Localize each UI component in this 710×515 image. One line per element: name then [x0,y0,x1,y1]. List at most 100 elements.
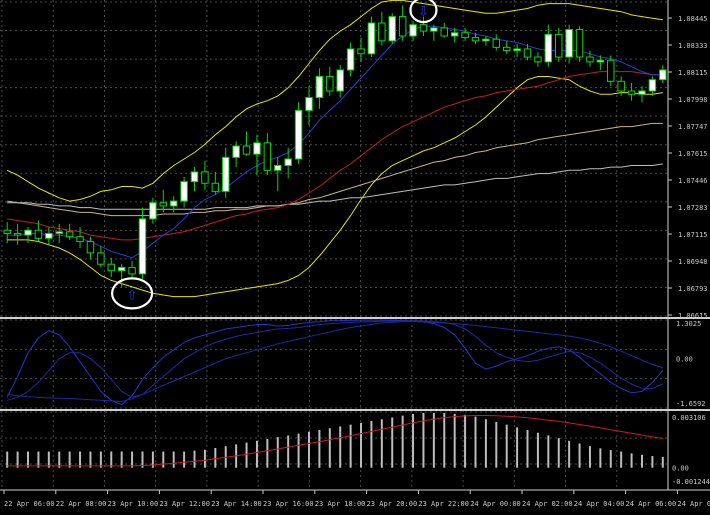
time-axis-label: 24 Apr 08:00 [677,500,710,508]
time-axis-label: 23 Apr 14:00 [211,500,262,508]
candle-body [378,22,386,42]
candle-body [450,32,459,37]
chart-background [0,0,710,511]
candle[interactable] [388,13,396,45]
price-axis-label: 1.07998 [678,96,708,104]
candle-body [149,202,157,220]
candle-body [274,164,282,171]
candle-body [544,33,553,63]
candle[interactable] [607,55,615,87]
price-axis-label: 1.06948 [678,258,708,266]
candle-body [336,69,344,92]
time-axis-label: 24 Apr 04:00 [574,500,625,508]
candle-body [346,48,355,71]
candle-body [575,29,584,58]
candle-body [201,171,209,184]
candle-body [284,158,292,166]
candle-body [471,37,480,42]
candle-body [3,229,11,234]
price-axis-label: 1.08115 [678,69,708,77]
price-axis-label: 1.07283 [678,204,708,212]
candle-body [502,46,511,52]
candle-body [138,218,147,275]
candle-body [13,232,22,236]
histogram-axis-label: 0.003106 [672,414,706,422]
candle-body [65,231,74,238]
trading-chart[interactable]: ⇧ ⇩ 1.08445 1.08333 1.08115 1.07998 1.07747 1.… [0,0,710,511]
candle[interactable] [575,26,584,62]
candle-body [107,263,115,272]
chart-canvas[interactable]: ⇧ ⇩ 1.08445 1.08333 1.08115 1.07998 1.07747 1.… [0,0,710,511]
time-axis-label: 22 Apr 06:00 [4,500,55,508]
candle-body [627,90,636,95]
candle-body [430,27,438,32]
candle-body [596,59,605,63]
candle-body [419,24,428,32]
oscillator-axis-label: -1.6592 [676,400,706,408]
time-axis-label: 23 Apr 10:00 [108,500,159,508]
candle-body [409,24,417,37]
candle-body [159,202,168,207]
price-axis-label: 1.06793 [678,285,708,293]
candle-body [648,79,657,92]
candle-body [315,75,324,98]
candle-body [86,241,95,254]
candle-body [555,33,563,58]
candle-body [398,16,407,37]
price-axis-label: 1.08445 [678,15,708,23]
histogram-axis-label: 0.00 [672,465,689,473]
time-axis-label: 23 Apr 20:00 [367,500,418,508]
candle-body [305,96,313,111]
candle-body [190,171,199,183]
candle-body [294,109,303,160]
candle-body [45,232,53,239]
candle-body [440,27,448,37]
candle-body [357,48,365,55]
candle-body [607,59,615,82]
candle-body [117,266,126,272]
price-axis-label: 1.08333 [678,42,708,50]
price-axis-label: 1.07115 [678,231,708,239]
candle-body [128,266,136,275]
signal-arrow: ⇧ [127,283,138,304]
candle-body [232,145,240,158]
price-axis-label: 1.07615 [678,150,708,158]
candle-body [180,181,188,202]
candle-body [523,48,532,58]
candle-body [242,145,251,155]
candle[interactable] [294,102,303,164]
candle-body [97,252,105,265]
time-axis-label: 23 Apr 16:00 [263,500,314,508]
candle-body [367,22,376,55]
candle-body [617,80,625,92]
candle-body [76,236,84,243]
signal-arrow: ⇩ [418,0,429,21]
candle-body [211,182,220,192]
price-axis-label: 1.07747 [678,123,708,131]
candle-body [34,229,43,239]
price-axis-label: 1.06615 [678,312,708,320]
candle-body [534,56,542,63]
time-axis-label: 24 Apr 06:00 [626,500,677,508]
oscillator-axis-label: 1.3025 [676,320,701,328]
candle-body [24,229,32,236]
candle-body [326,75,334,92]
candle-body [222,156,230,192]
time-axis-label: 22 Apr 08:00 [56,500,107,508]
candle[interactable] [367,16,376,58]
candle-body [638,90,646,95]
candle-body [253,142,261,155]
candle-body [263,142,272,171]
candle-body [388,16,396,42]
candle-body [169,200,178,207]
time-axis-label: 24 Apr 02:00 [522,500,573,508]
candle-body [565,29,573,58]
price-axis-label: 1.07446 [678,177,708,185]
time-axis-label: 23 Apr 22:00 [418,500,469,508]
histogram-axis-label: -0.001244 [672,478,710,486]
candle-body [55,231,63,234]
time-axis-label: 24 Apr 00:00 [470,500,521,508]
oscillator-axis-label: 0.00 [676,356,693,364]
candle-body [482,38,490,42]
candle-body [513,48,521,52]
